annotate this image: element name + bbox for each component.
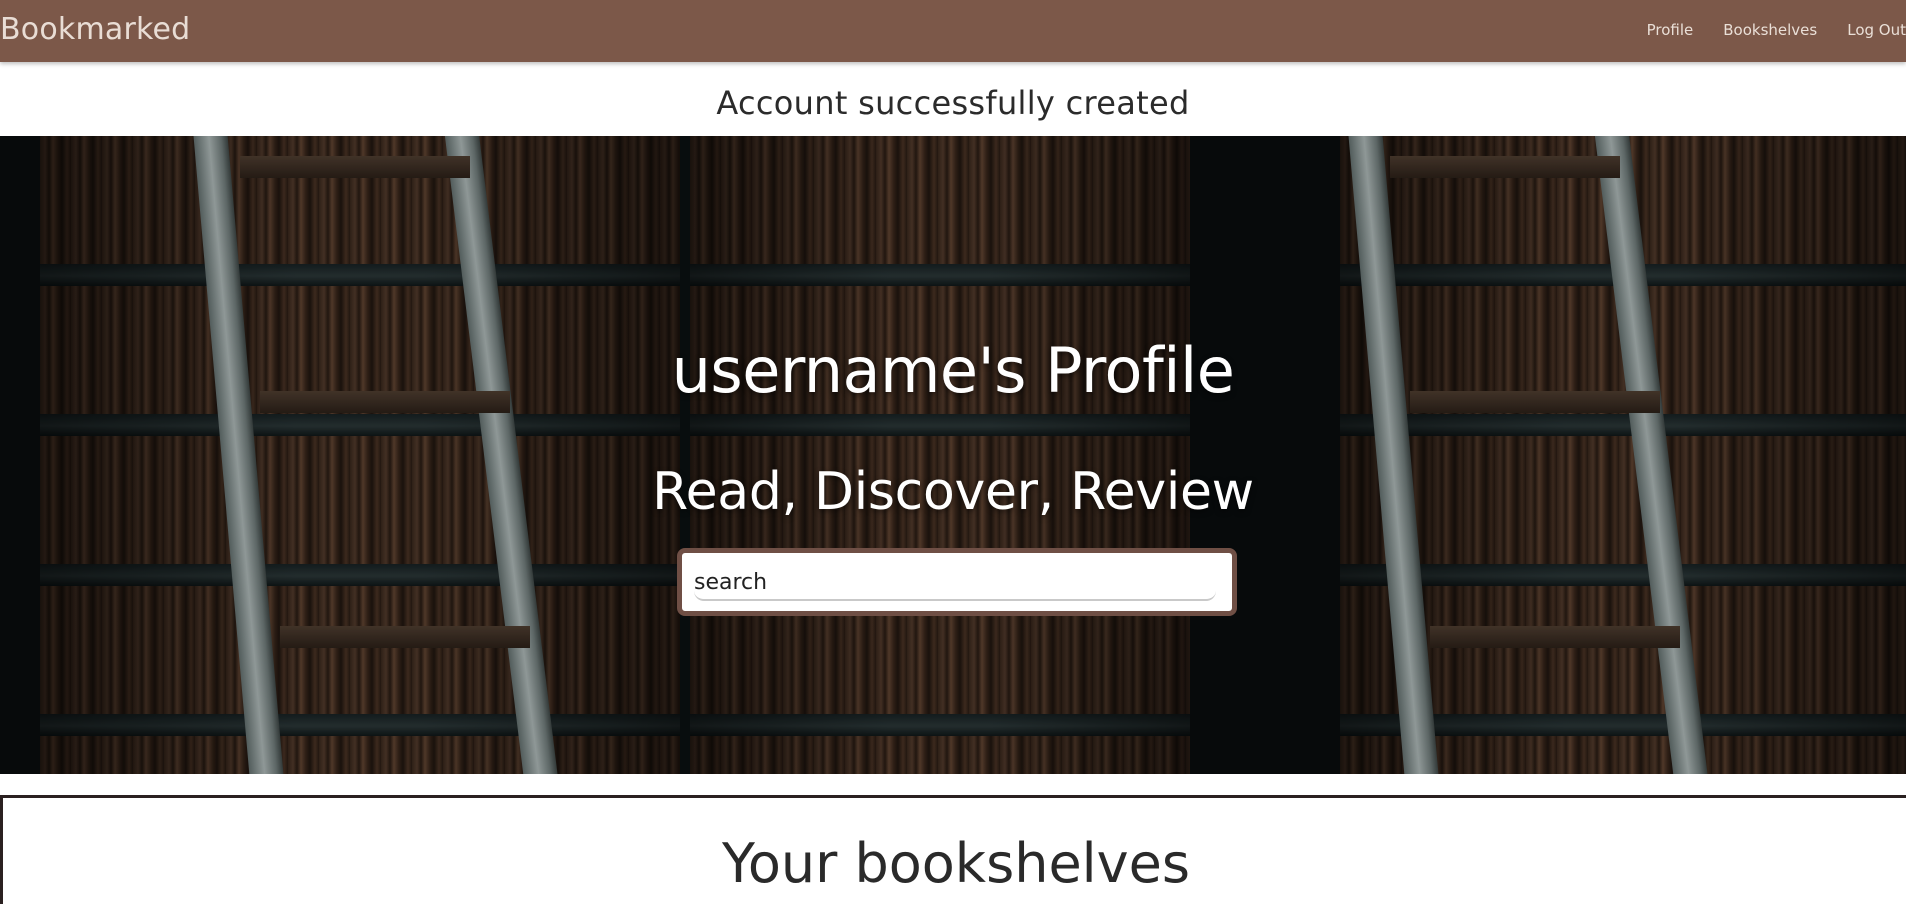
bookshelves-heading: Your bookshelves [722,832,1190,895]
search-input[interactable] [694,565,1216,601]
search-box [677,548,1237,616]
nav-links: Profile Bookshelves Log Out [1617,21,1906,39]
hero-banner: username's Profile Read, Discover, Revie… [0,136,1906,774]
brand-logo[interactable]: Bookmarked [0,12,190,47]
nav-link-logout[interactable]: Log Out [1847,21,1906,39]
bookshelves-section: Your bookshelves [0,795,1906,904]
nav-link-profile[interactable]: Profile [1647,21,1694,39]
flash-message: Account successfully created [716,84,1190,122]
flash-banner: Account successfully created [0,62,1906,136]
hero-overlay [0,136,1906,774]
profile-title: username's Profile [671,334,1235,407]
tagline: Read, Discover, Review [652,462,1254,522]
navbar: Bookmarked Profile Bookshelves Log Out [0,0,1906,62]
nav-link-bookshelves[interactable]: Bookshelves [1723,21,1817,39]
